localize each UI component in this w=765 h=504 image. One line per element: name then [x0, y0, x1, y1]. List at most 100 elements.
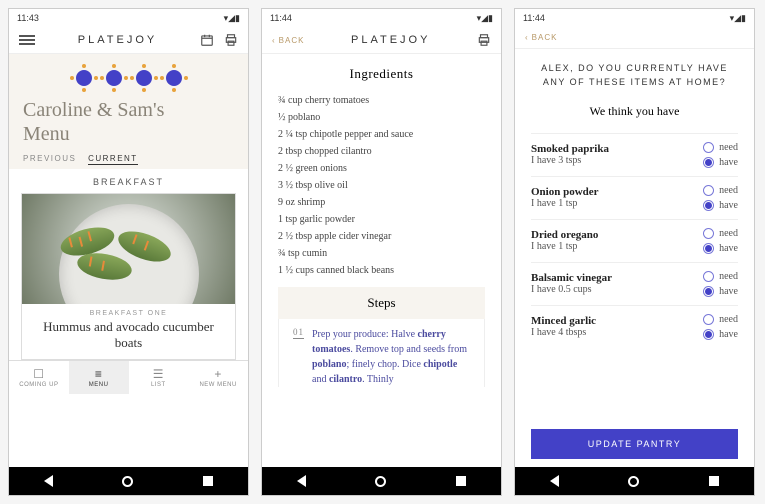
pantry-item-name: Minced garlic — [531, 315, 703, 327]
pantry-item-qty: I have 0.5 cups — [531, 284, 703, 295]
pantry-item-qty: I have 4 tbsps — [531, 327, 703, 338]
ingredient-item: 1 ½ cups canned black beans — [278, 262, 485, 279]
android-nav — [262, 467, 501, 495]
back-button[interactable]: ‹ BACK — [525, 33, 557, 42]
ingredient-item: 2 ¼ tsp chipotle pepper and sauce — [278, 126, 485, 143]
step-item: 01 Prep your produce: Halve cherry tomat… — [278, 319, 485, 387]
update-pantry-button[interactable]: UPDATE PANTRY — [531, 429, 738, 459]
nav-back-icon[interactable] — [297, 475, 306, 487]
ingredient-item: ¾ tsp cumin — [278, 245, 485, 262]
ingredient-item: 2 ½ tbsp apple cider vinegar — [278, 228, 485, 245]
tab-coming-up[interactable]: ☐ COMING UP — [9, 361, 69, 394]
chevron-left-icon: ‹ — [272, 36, 276, 45]
ingredients-list: ¾ cup cherry tomatoes½ poblano2 ¼ tsp ch… — [278, 92, 485, 279]
status-time: 11:44 — [270, 13, 292, 23]
radio-have[interactable]: have — [703, 200, 738, 211]
pantry-item: Smoked paprikaI have 3 tspsneed have — [531, 133, 738, 176]
radio-need[interactable]: need — [703, 142, 738, 153]
pantry-item: Balsamic vinegarI have 0.5 cupsneed have — [531, 262, 738, 305]
ingredient-item: 2 tbsp chopped cilantro — [278, 143, 485, 160]
pantry-item-qty: I have 1 tsp — [531, 241, 703, 252]
step-text: Prep your produce: Halve cherry tomatoes… — [312, 327, 470, 387]
status-bar: 11:43 ▾◢▮ — [9, 9, 248, 27]
tab-list[interactable]: ☰ LIST — [129, 361, 189, 394]
app-header: ‹ BACK PLATEJOY — [262, 27, 501, 54]
meal-image — [22, 194, 235, 304]
radio-have[interactable]: have — [703, 329, 738, 340]
status-icons: ▾◢▮ — [730, 13, 746, 24]
nav-recent-icon[interactable] — [709, 476, 719, 486]
chevron-left-icon: ‹ — [525, 33, 529, 42]
nav-home-icon[interactable] — [122, 476, 133, 487]
ingredient-item: 1 tsp garlic powder — [278, 211, 485, 228]
status-icons: ▾◢▮ — [224, 13, 240, 24]
ingredient-item: ½ poblano — [278, 109, 485, 126]
meal-name: Hummus and avocado cucumber boats — [22, 319, 235, 359]
status-bar: 11:44 ▾◢▮ — [262, 9, 501, 27]
box-icon: ☐ — [33, 367, 44, 381]
pantry-list: Smoked paprikaI have 3 tspsneedhaveOnion… — [531, 133, 738, 348]
pantry-item: Onion powderI have 1 tspneed have — [531, 176, 738, 219]
app-header: ‹ BACK — [515, 27, 754, 49]
tab-menu[interactable]: ≡ MENU — [69, 361, 129, 394]
status-time: 11:43 — [17, 13, 39, 23]
nav-back-icon[interactable] — [44, 475, 53, 487]
step-number: 01 — [293, 327, 304, 339]
pantry-item: Dried oreganoI have 1 tspneed have — [531, 219, 738, 262]
ingredients-title: Ingredients — [278, 66, 485, 82]
nav-recent-icon[interactable] — [203, 476, 213, 486]
decor-dots — [23, 70, 234, 86]
pantry-item-qty: I have 3 tsps — [531, 155, 703, 166]
radio-have[interactable]: have — [703, 286, 738, 297]
phone-screen-2: 11:44 ▾◢▮ ‹ BACK PLATEJOY Ingredients ¾ … — [261, 8, 502, 496]
nav-home-icon[interactable] — [628, 476, 639, 487]
meal-section-label: BREAKFAST — [9, 177, 248, 187]
pantry-item: Minced garlicI have 4 tbspsneed have — [531, 305, 738, 348]
status-icons: ▾◢▮ — [477, 13, 493, 24]
back-button[interactable]: ‹ BACK — [272, 36, 304, 45]
print-icon[interactable] — [477, 33, 491, 47]
radio-need[interactable]: need — [703, 228, 738, 239]
android-nav — [9, 467, 248, 495]
ingredient-item: ¾ cup cherry tomatoes — [278, 92, 485, 109]
meal-sublabel: BREAKFAST ONE — [22, 304, 235, 319]
brand-logo: PLATEJOY — [35, 34, 200, 46]
radio-need[interactable]: need — [703, 185, 738, 196]
menu-title: Caroline & Sam's Menu — [23, 98, 234, 146]
print-icon[interactable] — [224, 33, 238, 47]
pantry-subtitle: We think you have — [531, 104, 738, 119]
menu-period-tabs: PREVIOUS CURRENT — [23, 154, 234, 163]
tab-current[interactable]: CURRENT — [88, 154, 138, 165]
nav-home-icon[interactable] — [375, 476, 386, 487]
pantry-item-name: Dried oregano — [531, 229, 703, 241]
plus-icon: + — [214, 367, 222, 381]
radio-need[interactable]: need — [703, 314, 738, 325]
phone-screen-1: 11:43 ▾◢▮ PLATEJOY Carol — [8, 8, 249, 496]
radio-need[interactable]: need — [703, 271, 738, 282]
phone-screen-3: 11:44 ▾◢▮ ‹ BACK ALEX, DO YOU CURRENTLY … — [514, 8, 755, 496]
app-header: PLATEJOY — [9, 27, 248, 54]
pantry-item-name: Balsamic vinegar — [531, 272, 703, 284]
meal-card[interactable]: BREAKFAST ONE Hummus and avocado cucumbe… — [21, 193, 236, 360]
pantry-item-name: Onion powder — [531, 186, 703, 198]
bottom-nav: ☐ COMING UP ≡ MENU ☰ LIST + NEW MENU — [9, 360, 248, 394]
menu-hero: Caroline & Sam's Menu PREVIOUS CURRENT — [9, 54, 248, 169]
pantry-item-qty: I have 1 tsp — [531, 198, 703, 209]
pantry-item-name: Smoked paprika — [531, 143, 703, 155]
radio-have[interactable]: have — [703, 243, 738, 254]
status-bar: 11:44 ▾◢▮ — [515, 9, 754, 27]
radio-have[interactable]: have — [703, 157, 738, 168]
menu-tab-icon: ≡ — [95, 367, 103, 381]
ingredient-item: 9 oz shrimp — [278, 194, 485, 211]
tab-previous[interactable]: PREVIOUS — [23, 154, 76, 163]
nav-recent-icon[interactable] — [456, 476, 466, 486]
brand-logo: PLATEJOY — [304, 34, 477, 46]
menu-icon[interactable] — [19, 33, 35, 47]
nav-back-icon[interactable] — [550, 475, 559, 487]
steps-title: Steps — [278, 287, 485, 319]
pantry-question: ALEX, DO YOU CURRENTLY HAVE ANY OF THESE… — [531, 61, 738, 90]
status-time: 11:44 — [523, 13, 545, 23]
tab-new-menu[interactable]: + NEW MENU — [188, 361, 248, 394]
ingredient-item: 2 ½ green onions — [278, 160, 485, 177]
calendar-icon[interactable] — [200, 33, 214, 47]
